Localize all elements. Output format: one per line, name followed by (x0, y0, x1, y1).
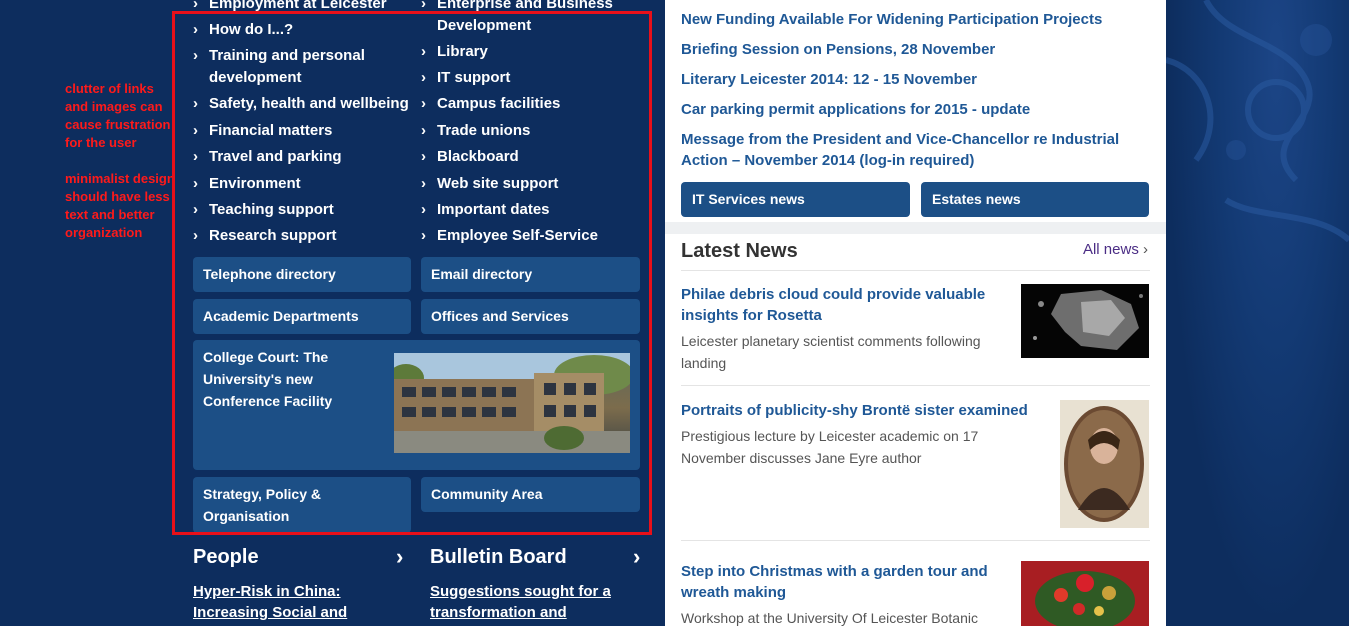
background-crest (1166, 0, 1349, 626)
people-heading[interactable]: People (193, 546, 259, 569)
chevron-right-icon: › (193, 47, 198, 64)
link-employment[interactable]: › Employment at Leicester (193, 0, 387, 15)
link-research[interactable]: › Research support (193, 225, 337, 247)
annotation-minimalist: minimalist design should have less text … (65, 171, 175, 240)
news-item-desc: Workshop at the University Of Leicester … (681, 610, 978, 626)
all-news-link[interactable]: All news › (1083, 241, 1148, 258)
link-teaching[interactable]: › Teaching support (193, 199, 334, 221)
chevron-right-icon: › (421, 95, 426, 112)
link-training[interactable]: › Training and personal development (193, 45, 403, 89)
link-self-service[interactable]: › Employee Self-Service (421, 225, 598, 247)
chevron-right-icon: › (421, 0, 426, 12)
community-area-tile[interactable]: Community Area (421, 477, 640, 512)
chevron-right-icon: › (421, 43, 426, 60)
link-important-dates[interactable]: › Important dates (421, 199, 550, 221)
chevron-right-icon: › (421, 201, 426, 218)
strategy-policy-tile[interactable]: Strategy, Policy & Organisation (193, 477, 411, 533)
news-item-desc: Leicester planetary scientist comments f… (681, 333, 981, 371)
news-item-title[interactable]: Step into Christmas with a garden tour a… (681, 561, 1011, 603)
news-thumbnail-wreath[interactable] (1021, 561, 1149, 626)
chevron-right-icon: › (193, 227, 198, 244)
people-article-link[interactable]: Hyper-Risk in China: Increasing Social a… (193, 581, 393, 623)
link-travel[interactable]: › Travel and parking (193, 146, 342, 168)
crest-pattern (1166, 0, 1349, 243)
chevron-right-icon: › (193, 148, 198, 165)
all-news-label: All news (1082, 241, 1139, 258)
link-how-do-i[interactable]: › How do I...? (193, 19, 293, 41)
divider (681, 385, 1150, 386)
announcement-link[interactable]: Car parking permit applications for 2015… (681, 99, 1030, 120)
chevron-right-icon: › (193, 175, 198, 192)
link-enterprise[interactable]: › Enterprise and Business Development (421, 0, 636, 37)
news-thumbnail-portrait[interactable] (1060, 400, 1149, 528)
link-environment[interactable]: › Environment (193, 173, 301, 195)
strategy-policy-label: Strategy, Policy & Organisation (203, 486, 322, 524)
chevron-right-icon: › (193, 95, 198, 112)
announcement-link[interactable]: Literary Leicester 2014: 12 - 15 Novembe… (681, 69, 977, 90)
link-financial[interactable]: › Financial matters (193, 120, 332, 142)
bulletin-article-link[interactable]: Suggestions sought for a transformation … (430, 581, 630, 623)
chevron-right-icon[interactable]: › (396, 544, 403, 570)
chevron-right-icon: › (1143, 241, 1148, 258)
news-item-desc: Prestigious lecture by Leicester academi… (681, 428, 979, 466)
chevron-right-icon: › (421, 227, 426, 244)
email-directory-tile[interactable]: Email directory (421, 257, 640, 292)
announcement-link[interactable]: Message from the President and Vice-Chan… (681, 129, 1151, 171)
it-services-news-button[interactable]: IT Services news (681, 182, 910, 217)
chevron-right-icon: › (193, 0, 198, 12)
link-trade-unions[interactable]: › Trade unions (421, 120, 530, 142)
link-library[interactable]: › Library (421, 41, 488, 63)
link-blackboard[interactable]: › Blackboard (421, 146, 519, 168)
college-court-photo (394, 353, 630, 453)
divider (681, 540, 1150, 541)
divider (681, 270, 1150, 271)
news-thumbnail-comet[interactable] (1021, 284, 1149, 358)
chevron-right-icon: › (421, 69, 426, 86)
annotation-notes: clutter of links and images can cause fr… (65, 80, 175, 260)
link-web-support[interactable]: › Web site support (421, 173, 558, 195)
chevron-right-icon: › (193, 122, 198, 139)
college-court-label: College Court: The University's new Conf… (203, 349, 333, 409)
chevron-right-icon: › (421, 148, 426, 165)
telephone-directory-tile[interactable]: Telephone directory (193, 257, 411, 292)
news-item-title[interactable]: Portraits of publicity-shy Brontë sister… (681, 400, 1051, 421)
estates-news-button[interactable]: Estates news (921, 182, 1149, 217)
link-it-support[interactable]: › IT support (421, 67, 510, 89)
news-column: New Funding Available For Widening Parti… (665, 0, 1166, 626)
announcement-link[interactable]: New Funding Available For Widening Parti… (681, 9, 1102, 30)
chevron-right-icon: › (421, 175, 426, 192)
announcement-link[interactable]: Briefing Session on Pensions, 28 Novembe… (681, 39, 995, 60)
offices-services-tile[interactable]: Offices and Services (421, 299, 640, 334)
bulletin-board-heading[interactable]: Bulletin Board (430, 546, 567, 569)
chevron-right-icon: › (421, 122, 426, 139)
chevron-right-icon: › (193, 201, 198, 218)
link-campus[interactable]: › Campus facilities (421, 93, 560, 115)
chevron-right-icon: › (193, 21, 198, 38)
chevron-right-icon[interactable]: › (633, 544, 640, 570)
latest-news-heading: Latest News (681, 240, 798, 262)
academic-departments-tile[interactable]: Academic Departments (193, 299, 411, 334)
news-item-title[interactable]: Philae debris cloud could provide valuab… (681, 284, 1001, 326)
section-divider (665, 222, 1166, 234)
annotation-clutter: clutter of links and images can cause fr… (65, 81, 171, 150)
link-safety[interactable]: › Safety, health and wellbeing (193, 93, 409, 115)
